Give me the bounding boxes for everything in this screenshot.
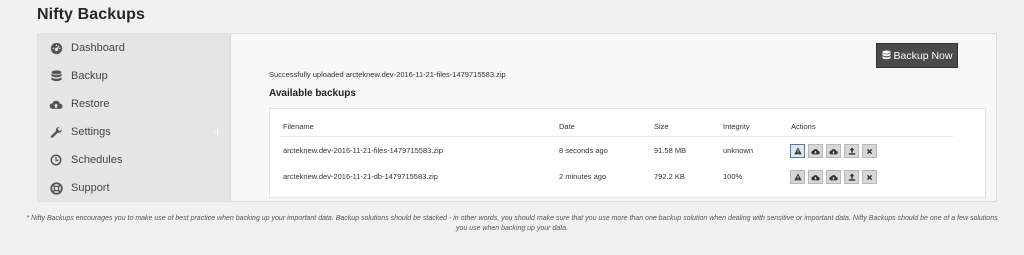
footnote: * Nifty Backups encourages you to make u… xyxy=(26,215,998,232)
verify-button[interactable] xyxy=(790,170,805,184)
page-title: Nifty Backups xyxy=(37,6,145,23)
sidebar-item-label: Schedules xyxy=(71,154,123,166)
sidebar-item-label: Restore xyxy=(71,98,110,110)
delete-button[interactable] xyxy=(862,144,877,158)
sidebar-item-support[interactable]: Support xyxy=(38,174,231,202)
expand-icon[interactable]: + xyxy=(214,125,221,139)
column-header-size: Size xyxy=(654,122,669,131)
cloud-download-icon xyxy=(811,168,820,186)
clock-icon xyxy=(49,153,63,167)
cloud-upload-icon xyxy=(49,97,63,111)
backup-now-button[interactable]: Backup Now xyxy=(876,43,958,68)
main-panel: Backup Now Successfully uploaded arctekn… xyxy=(230,33,997,202)
sidebar-item-backup[interactable]: Backup xyxy=(38,62,231,90)
verify-button[interactable] xyxy=(790,144,805,158)
status-message: Successfully uploaded arcteknew.dev-2016… xyxy=(269,70,506,79)
lifebuoy-icon xyxy=(49,181,63,195)
cloud-download-icon xyxy=(811,142,820,160)
download-button[interactable] xyxy=(808,144,823,158)
cloud-upload-icon xyxy=(829,168,838,186)
sidebar: Dashboard Backup Restore Settings + Sche… xyxy=(37,33,230,202)
sidebar-item-schedules[interactable]: Schedules xyxy=(38,146,231,174)
download-button[interactable] xyxy=(808,170,823,184)
sidebar-item-label: Settings xyxy=(71,126,111,138)
row-actions xyxy=(790,144,877,158)
database-icon xyxy=(881,50,891,61)
column-header-date: Date xyxy=(559,122,575,131)
upload-cloud-button[interactable] xyxy=(826,170,841,184)
cell-size: 792.2 KB xyxy=(654,172,685,181)
backup-now-label: Backup Now xyxy=(893,49,953,62)
delete-icon xyxy=(866,142,873,160)
restore-button[interactable] xyxy=(844,144,859,158)
header-divider xyxy=(280,136,953,137)
cell-filename: arcteknew.dev-2016-11-21-files-147971558… xyxy=(283,146,443,155)
cell-integrity: unknown xyxy=(723,146,754,155)
upload-cloud-button[interactable] xyxy=(826,144,841,158)
row-actions xyxy=(790,170,877,184)
restore-button[interactable] xyxy=(844,170,859,184)
cloud-upload-icon xyxy=(829,142,838,160)
backups-table: Filename Date Size Integrity Actions arc… xyxy=(269,108,986,198)
section-title: Available backups xyxy=(269,88,356,99)
sidebar-item-label: Support xyxy=(71,182,110,194)
upload-icon xyxy=(848,142,856,160)
cell-filename: arcteknew.dev-2016-11-21-db-1479715583.z… xyxy=(283,172,438,181)
column-header-actions: Actions xyxy=(791,122,816,131)
warning-icon xyxy=(793,142,802,160)
cell-size: 91.58 MB xyxy=(654,146,687,155)
dashboard-icon xyxy=(49,41,63,55)
delete-icon xyxy=(866,168,873,186)
sidebar-item-restore[interactable]: Restore xyxy=(38,90,231,118)
sidebar-item-label: Dashboard xyxy=(71,42,125,54)
sidebar-item-dashboard[interactable]: Dashboard xyxy=(38,34,231,62)
database-icon xyxy=(49,69,63,83)
delete-button[interactable] xyxy=(862,170,877,184)
column-header-filename: Filename xyxy=(283,122,314,131)
cell-integrity: 100% xyxy=(723,172,743,181)
cell-date: 2 minutes ago xyxy=(559,172,607,181)
warning-icon xyxy=(793,168,802,186)
cell-date: 8 seconds ago xyxy=(559,146,608,155)
sidebar-item-settings[interactable]: Settings + xyxy=(38,118,231,146)
upload-icon xyxy=(848,168,856,186)
wrench-icon xyxy=(49,125,63,139)
sidebar-item-label: Backup xyxy=(71,70,108,82)
column-header-integrity: Integrity xyxy=(723,122,750,131)
